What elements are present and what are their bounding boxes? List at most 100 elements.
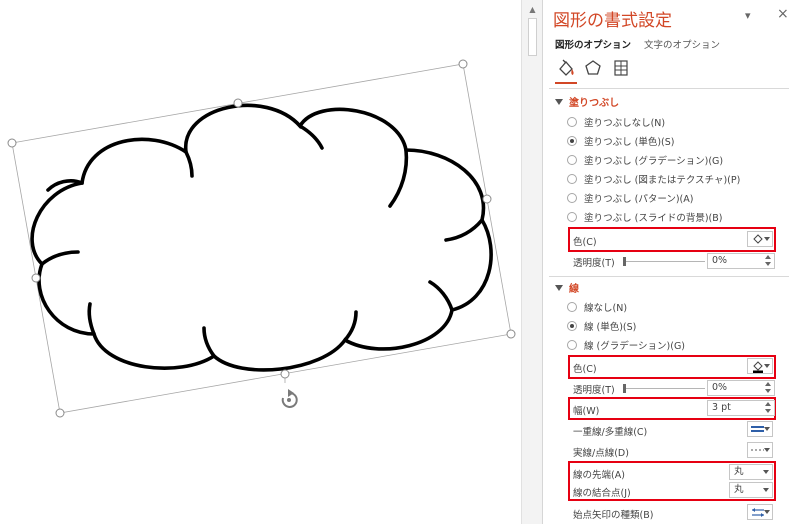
- begin-arrow-type-dropdown[interactable]: [747, 504, 773, 520]
- fill-option-solid[interactable]: 塗りつぶし (単色)(S): [567, 134, 674, 148]
- handle-top-right: [458, 59, 468, 69]
- active-icon-tab-indicator: [555, 82, 577, 84]
- line-section-header[interactable]: 線: [555, 280, 579, 295]
- line-width-value: 3 pt: [712, 402, 731, 413]
- radio-button[interactable]: [567, 193, 577, 203]
- line-transparency-value: 0%: [712, 382, 728, 393]
- handle-bottom-right: [506, 329, 516, 339]
- line-transparency-input[interactable]: 0%: [707, 380, 775, 396]
- cloud-outline[interactable]: [30, 103, 493, 372]
- slide-canvas[interactable]: [0, 0, 521, 524]
- collapse-triangle-icon: [555, 99, 563, 105]
- radio-button-selected[interactable]: [567, 136, 577, 146]
- handle-middle-right: [482, 194, 492, 204]
- radio-button[interactable]: [567, 174, 577, 184]
- scroll-thumb[interactable]: [528, 18, 537, 56]
- compound-type-label: 一重線/多重線(C): [573, 427, 648, 438]
- paint-bucket-icon: [753, 234, 763, 246]
- fill-section-header[interactable]: 塗りつぶし: [555, 94, 619, 109]
- line-option-label: 線なし(N): [584, 303, 628, 314]
- handle-top-center: [233, 98, 243, 108]
- chevron-down-icon: [764, 427, 770, 431]
- spin-arrows-icon[interactable]: [764, 382, 773, 394]
- fill-option-label: 塗りつぶし (図またはテクスチャ)(P): [584, 175, 741, 186]
- cap-type-label: 線の先端(A): [573, 470, 625, 481]
- handle-top-left: [7, 138, 17, 148]
- effects-icon[interactable]: [582, 57, 604, 79]
- canvas-scrollbar[interactable]: ▲: [521, 0, 543, 524]
- join-type-dropdown[interactable]: 丸: [729, 482, 773, 498]
- line-transparency-thumb[interactable]: [623, 384, 626, 393]
- chevron-down-icon: [764, 448, 770, 452]
- dash-type-dropdown[interactable]: [747, 442, 773, 458]
- chevron-down-icon: [764, 364, 770, 368]
- cloud-shape-svg[interactable]: [0, 0, 521, 524]
- chevron-down-icon: [764, 510, 770, 514]
- collapse-triangle-icon: [555, 285, 563, 291]
- handle-bottom-center: [280, 369, 290, 379]
- scroll-up-arrow-icon[interactable]: ▲: [525, 2, 540, 17]
- fill-option-label: 塗りつぶしなし(N): [584, 118, 666, 129]
- radio-button[interactable]: [567, 302, 577, 312]
- cap-type-value: 丸: [734, 466, 744, 477]
- line-transparency-slider[interactable]: [625, 388, 705, 389]
- compound-type-dropdown[interactable]: [747, 421, 773, 437]
- spin-arrows-icon[interactable]: [764, 402, 773, 414]
- spin-arrows-icon[interactable]: [764, 255, 773, 267]
- fill-option-slide-background[interactable]: 塗りつぶし (スライドの背景)(B): [567, 210, 722, 224]
- close-icon[interactable]: ×: [777, 6, 789, 22]
- chevron-down-icon: [763, 488, 769, 492]
- cap-type-dropdown[interactable]: 丸: [729, 464, 773, 480]
- line-option-solid[interactable]: 線 (単色)(S): [567, 319, 636, 333]
- line-color-picker[interactable]: [747, 358, 773, 374]
- format-shape-pane: 図形の書式設定 ▾ × 図形のオプション 文字のオプション 塗りつぶし 塗りつぶ…: [543, 0, 800, 524]
- line-option-label: 線 (グラデーション)(G): [584, 341, 686, 352]
- fill-header-label: 塗りつぶし: [569, 98, 620, 109]
- line-transparency-label: 透明度(T): [573, 385, 615, 396]
- fill-transparency-thumb[interactable]: [623, 257, 626, 266]
- divider: [549, 88, 789, 89]
- fill-option-label: 塗りつぶし (パターン)(A): [584, 194, 694, 205]
- tab-text-options[interactable]: 文字のオプション: [644, 40, 720, 51]
- divider: [549, 276, 789, 277]
- fill-transparency-slider[interactable]: [625, 261, 705, 262]
- line-option-none[interactable]: 線なし(N): [567, 300, 627, 314]
- fill-option-label: 塗りつぶし (スライドの背景)(B): [584, 213, 723, 224]
- fill-transparency-label: 透明度(T): [573, 258, 615, 269]
- radio-button[interactable]: [567, 155, 577, 165]
- radio-button[interactable]: [567, 212, 577, 222]
- fill-option-label: 塗りつぶし (単色)(S): [584, 137, 675, 148]
- pane-menu-icon[interactable]: ▾: [745, 9, 751, 22]
- fill-transparency-value: 0%: [712, 255, 728, 266]
- radio-button[interactable]: [567, 117, 577, 127]
- dash-type-label: 実線/点線(D): [573, 448, 629, 459]
- size-properties-icon[interactable]: [610, 57, 632, 79]
- line-width-input[interactable]: 3 pt: [707, 400, 775, 416]
- chevron-down-icon: [763, 470, 769, 474]
- join-type-label: 線の結合点(J): [573, 488, 631, 499]
- chevron-down-icon: [764, 237, 770, 241]
- fill-option-gradient[interactable]: 塗りつぶし (グラデーション)(G): [567, 153, 723, 167]
- fill-option-pattern[interactable]: 塗りつぶし (パターン)(A): [567, 191, 693, 205]
- fill-option-label: 塗りつぶし (グラデーション)(G): [584, 156, 724, 167]
- handle-middle-left: [31, 273, 41, 283]
- line-option-label: 線 (単色)(S): [584, 322, 637, 333]
- line-header-label: 線: [569, 284, 579, 295]
- join-type-value: 丸: [734, 484, 744, 495]
- radio-button-selected[interactable]: [567, 321, 577, 331]
- handle-bottom-left: [55, 408, 65, 418]
- line-option-gradient[interactable]: 線 (グラデーション)(G): [567, 338, 685, 352]
- line-color-highlight: [568, 355, 776, 379]
- fill-color-label: 色(C): [573, 237, 597, 248]
- fill-color-highlight: [568, 227, 776, 252]
- rotate-handle-icon[interactable]: [281, 389, 298, 408]
- radio-button[interactable]: [567, 340, 577, 350]
- fill-transparency-input[interactable]: 0%: [707, 253, 775, 269]
- tab-shape-options[interactable]: 図形のオプション: [555, 40, 631, 51]
- option-tabs: 図形のオプション 文字のオプション: [555, 37, 730, 51]
- fill-option-none[interactable]: 塗りつぶしなし(N): [567, 115, 665, 129]
- fill-color-picker[interactable]: [747, 231, 773, 247]
- fill-option-picture[interactable]: 塗りつぶし (図またはテクスチャ)(P): [567, 172, 740, 186]
- begin-arrow-type-label: 始点矢印の種類(B): [573, 510, 654, 521]
- fill-line-icon[interactable]: [555, 57, 577, 79]
